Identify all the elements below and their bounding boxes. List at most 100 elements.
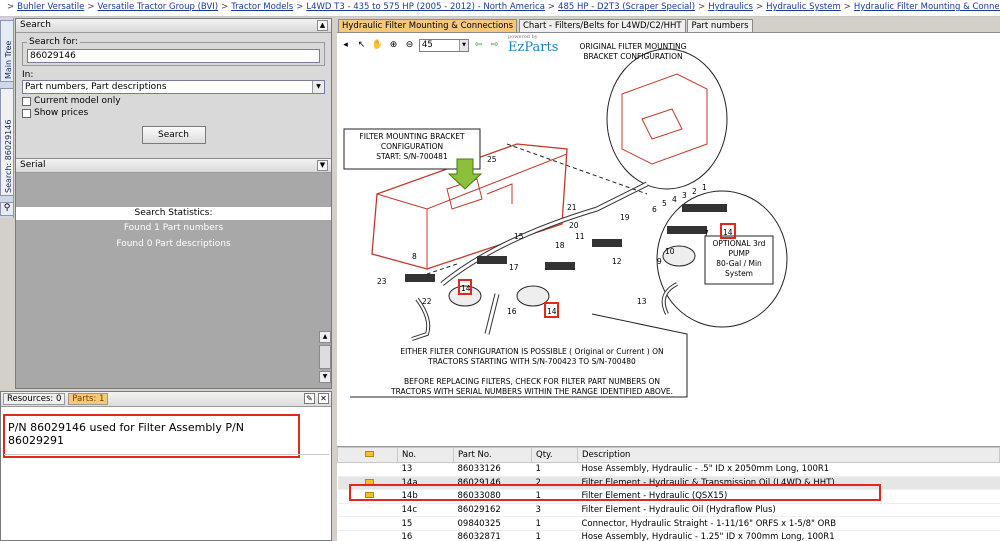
table-row[interactable]: 14a 86029146 2 Filter Element - Hydraulic &…: [337, 476, 1000, 491]
vertical-scrollbar[interactable]: ▲ ▼: [319, 331, 331, 387]
cell-part-no: 86032871: [453, 530, 532, 541]
callout-7[interactable]: 7: [704, 229, 709, 238]
collapse-chevron-icon[interactable]: ▲: [317, 20, 328, 31]
breadcrumb-link[interactable]: Versatile Tractor Group (BVI): [97, 2, 218, 12]
breadcrumb-link[interactable]: Hydraulic System: [766, 2, 841, 12]
doc-cell[interactable]: [337, 462, 398, 477]
search-scope-select[interactable]: Part numbers, Part descriptions ▼: [22, 80, 325, 94]
breadcrumb-link[interactable]: Buhler Versatile: [17, 2, 84, 12]
doc-cell[interactable]: [337, 476, 398, 491]
callout-16[interactable]: 16: [507, 307, 517, 316]
pin-icon[interactable]: ✎: [304, 393, 315, 404]
cell-description: Filter Element - Hydraulic (QSX15): [577, 489, 1000, 504]
close-icon[interactable]: ✕: [318, 393, 329, 404]
tab-chart-filters[interactable]: Chart - Filters/Belts for L4WD/C2/HHT: [518, 19, 686, 33]
cell-description: Filter Element - Hydraulic & Transmissio…: [577, 476, 1000, 491]
callout-12[interactable]: 12: [612, 257, 622, 266]
breadcrumb-link[interactable]: 485 HP - D2T3 (Scraper Special): [558, 2, 695, 12]
current-model-checkbox[interactable]: Current model only: [22, 96, 325, 106]
callout-1[interactable]: 1: [702, 183, 707, 192]
callout-25[interactable]: 25: [487, 155, 497, 164]
chevron-down-icon[interactable]: ▼: [317, 160, 328, 171]
scroll-thumb[interactable]: [319, 345, 331, 369]
show-prices-checkbox[interactable]: Show prices: [22, 108, 325, 118]
zoom-in-icon[interactable]: ⊕: [387, 39, 400, 52]
tab-resources[interactable]: Resources: 0: [3, 393, 66, 405]
callout-4[interactable]: 4: [672, 195, 677, 204]
chevron-down-icon[interactable]: ▼: [459, 39, 468, 51]
search-input[interactable]: [27, 49, 320, 63]
callout-11[interactable]: 11: [575, 232, 585, 241]
in-label: In:: [22, 70, 34, 80]
callout-14b[interactable]: 14: [547, 307, 557, 316]
callout-23[interactable]: 23: [377, 277, 387, 286]
scroll-down-icon[interactable]: ▼: [319, 371, 331, 383]
breadcrumb-link[interactable]: Tractor Models: [231, 2, 293, 12]
callout-13[interactable]: 13: [637, 297, 647, 306]
doc-cell[interactable]: [337, 516, 398, 531]
callout-21[interactable]: 21: [567, 203, 577, 212]
serial-panel-title: Serial: [20, 160, 46, 170]
search-fieldset: Search for:: [22, 37, 325, 66]
cell-qty: 2: [531, 476, 578, 491]
doc-cell[interactable]: [337, 489, 398, 504]
tab-parts[interactable]: Parts: 1: [68, 393, 109, 405]
callout-10[interactable]: 10: [665, 247, 675, 256]
callout-8[interactable]: 8: [412, 252, 417, 261]
cell-qty: 1: [531, 530, 578, 541]
callout-3[interactable]: 3: [682, 191, 687, 200]
zoom-select[interactable]: 45 ▼: [419, 38, 469, 52]
table-row[interactable]: 16 86032871 1 Hose Assembly, Hydraulic - 1.…: [337, 530, 1000, 541]
tab-main-tree[interactable]: Main Tree: [0, 20, 14, 82]
breadcrumb-link[interactable]: Hydraulics: [708, 2, 753, 12]
header-description[interactable]: Description: [577, 447, 1000, 463]
breadcrumb-link[interactable]: Hydraulic Filter Mounting & Connections: [854, 2, 1000, 12]
checkbox-box[interactable]: [22, 108, 31, 118]
table-row[interactable]: 14b 86033080 1 Filter Element - Hydraulic (…: [337, 489, 1000, 504]
callout-18[interactable]: 18: [555, 241, 565, 250]
arrow-left-icon[interactable]: ⇦: [472, 39, 485, 52]
callout-14a[interactable]: 14: [461, 284, 471, 293]
checkbox-box[interactable]: [22, 96, 31, 106]
doc-cell[interactable]: [337, 530, 398, 541]
chevron-down-icon[interactable]: ▼: [312, 81, 324, 93]
callout-14c[interactable]: 14: [723, 228, 733, 237]
parts-diagram[interactable]: ORIGINAL FILTER MOUNTING BRACKET CONFIGU…: [337, 34, 1000, 454]
header-no[interactable]: No.: [397, 447, 454, 463]
zoom-out-icon[interactable]: ⊖: [403, 39, 416, 52]
callout-20[interactable]: 20: [569, 221, 579, 230]
table-row[interactable]: 15 09840325 1 Connector, Hydraulic Straight…: [337, 516, 1000, 531]
doc-cell[interactable]: [337, 503, 398, 518]
callout-22[interactable]: 22: [422, 297, 432, 306]
header-qty[interactable]: Qty.: [531, 447, 578, 463]
table-row[interactable]: 14c 86029162 3 Filter Element - Hydraulic O…: [337, 503, 1000, 518]
table-row[interactable]: 13 86033126 1 Hose Assembly, Hydraulic - .5…: [337, 462, 1000, 477]
callout-19[interactable]: 19: [620, 213, 630, 222]
callout-6[interactable]: 6: [652, 205, 657, 214]
pointer-icon[interactable]: ↖: [355, 39, 368, 52]
tab-hydraulic-filter[interactable]: Hydraulic Filter Mounting & Connections: [338, 19, 518, 33]
label-optional: OPTIONAL 3rd: [713, 239, 766, 248]
arrow-right-icon[interactable]: ⇨: [488, 39, 501, 52]
cell-no: 15: [397, 516, 454, 531]
search-tool-icon[interactable]: ⚲: [0, 202, 14, 216]
tab-search-results[interactable]: Search: 86029146: [0, 88, 14, 196]
header-part-no[interactable]: Part No.: [453, 447, 532, 463]
scroll-up-icon[interactable]: ▲: [319, 331, 331, 343]
search-button[interactable]: Search: [141, 126, 206, 144]
breadcrumb-link[interactable]: L4WD T3 - 435 to 575 HP (2005 - 2012) - …: [306, 2, 545, 12]
document-icon[interactable]: [365, 478, 374, 485]
cell-qty: 1: [531, 489, 578, 504]
cell-part-no: 09840325: [453, 516, 532, 531]
back-icon[interactable]: ◂: [339, 39, 352, 52]
serial-panel-body: [16, 173, 331, 207]
callout-15[interactable]: 15: [514, 232, 524, 241]
callout-9[interactable]: 9: [657, 257, 662, 266]
callout-5[interactable]: 5: [662, 199, 667, 208]
document-icon[interactable]: [365, 492, 374, 499]
callout-17[interactable]: 17: [509, 263, 519, 272]
callout-2[interactable]: 2: [692, 187, 697, 196]
search-scope-value: Part numbers, Part descriptions: [25, 82, 167, 92]
tab-part-numbers[interactable]: Part numbers: [687, 19, 753, 33]
pan-hand-icon[interactable]: ✋: [371, 39, 384, 52]
